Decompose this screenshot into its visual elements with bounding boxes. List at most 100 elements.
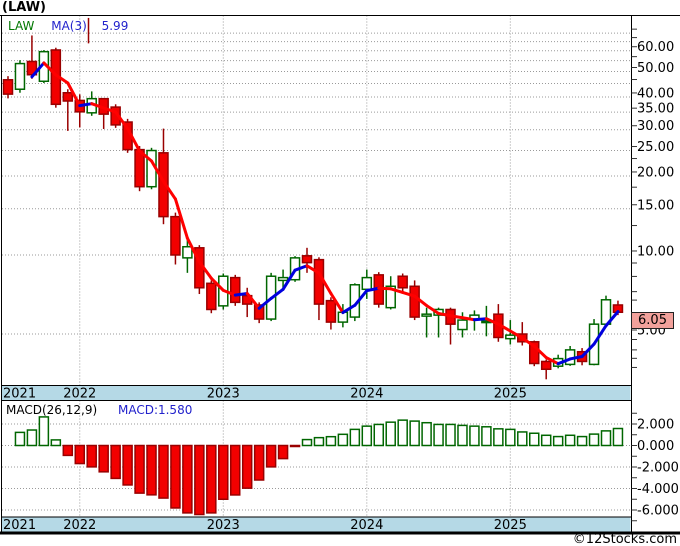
macd-histogram-bar (218, 444, 229, 500)
macd-histogram-bar (158, 444, 169, 499)
macd-histogram-bar (86, 444, 97, 468)
price-axis-label: 15.00 (637, 198, 674, 213)
candle-body (229, 276, 241, 304)
ma-label: MA(3) (51, 19, 87, 33)
candlestick (62, 89, 74, 131)
candlestick (325, 297, 337, 330)
price-axis-label: 20.00 (637, 165, 674, 180)
candle-body (301, 255, 313, 264)
macd-histogram-bar (110, 444, 121, 480)
macd-histogram-bar (612, 427, 624, 447)
macd-histogram-bar (576, 435, 588, 447)
candlestick (445, 307, 456, 345)
macd-histogram-bar (481, 426, 492, 447)
macd-histogram-bar (206, 444, 217, 514)
macd-histogram-bar (182, 444, 193, 514)
macd-histogram-bar (265, 444, 277, 468)
macd-histogram-bar (505, 428, 516, 447)
candle-body (540, 360, 552, 371)
year-label: 2023 (207, 518, 240, 533)
year-label: 2025 (494, 518, 527, 533)
macd-histogram-bar (433, 423, 444, 447)
candlestick (564, 346, 576, 366)
candle-body (62, 91, 74, 102)
candle-body (277, 276, 289, 282)
year-label: 2025 (494, 387, 527, 402)
candlestick (229, 274, 241, 306)
macd-axis-label: -4.000 (637, 482, 679, 497)
ma-line-segment (377, 286, 393, 291)
candle-body (457, 319, 468, 331)
year-label: 2022 (63, 387, 96, 402)
macd-axis-label: 0.000 (637, 439, 674, 454)
macd-histogram-bar (74, 444, 86, 465)
macd-histogram-bar (229, 444, 241, 496)
macd-histogram-bar (194, 444, 205, 516)
macd-histogram-bar (277, 444, 289, 460)
year-label: 2022 (63, 518, 96, 533)
macd-params-label: MACD(26,12,9) (6, 403, 98, 417)
candlestick (98, 97, 109, 129)
candlestick (170, 212, 181, 265)
price-axis-label: 30.00 (637, 119, 674, 134)
macd-histogram-bar (564, 434, 576, 447)
candle-body (325, 299, 337, 323)
candle-body (361, 276, 373, 291)
candle-body (421, 313, 432, 317)
macd-histogram-bar (397, 419, 408, 447)
candlestick (2, 76, 14, 99)
macd-histogram-bar (98, 444, 109, 473)
watermark-credit: ©12Stocks.com (572, 532, 677, 546)
price-axis-label: 25.00 (637, 140, 674, 155)
stock-chart: 2021 2021 2022 2022 2023 2023 2024 2024 2025 2025… (0, 0, 680, 546)
ma-line-segment (460, 316, 476, 322)
macd-histogram-bar (457, 424, 468, 447)
macd-histogram-bar (445, 423, 456, 447)
ma-line-segment (233, 291, 249, 297)
candlestick (14, 60, 26, 93)
price-axis-label: 10.00 (637, 244, 674, 259)
macd-histogram-bar (325, 435, 337, 447)
candle-body (14, 62, 26, 90)
macd-histogram-bar (361, 425, 373, 447)
macd-histogram-bar (146, 444, 157, 496)
macd-histogram-bar (170, 444, 181, 509)
candle-body (170, 215, 181, 256)
year-label: 2024 (350, 518, 383, 533)
macd-histogram-bar (50, 439, 62, 447)
macd-histogram-bar (493, 428, 504, 447)
macd-histogram-bar (62, 444, 74, 457)
year-label: 2021 (3, 387, 36, 402)
macd-histogram-bar (528, 432, 540, 447)
macd-legend: MACD(26,12,9) MACD:1.580 (6, 403, 192, 417)
candle-body (409, 285, 420, 318)
candlestick (313, 257, 325, 321)
ticker-label: LAW (8, 19, 35, 33)
candle-body (182, 245, 193, 259)
macd-histogram-bar (588, 433, 600, 447)
macd-histogram-bar (253, 444, 265, 481)
ma-line-segment (472, 317, 488, 322)
macd-histogram-bar (469, 425, 480, 447)
macd-histogram-bar (517, 431, 528, 447)
ma-line-segment (78, 102, 94, 108)
year-label: 2023 (207, 387, 240, 402)
macd-histogram-bar (373, 423, 385, 447)
candle-body (397, 275, 408, 289)
macd-histogram-bar (337, 433, 349, 447)
chart-canvas: 2021 2021 2022 2022 2023 2023 2024 2024 2025 2025… (0, 15, 680, 535)
macd-histogram-bar (385, 421, 396, 447)
candlestick (385, 276, 396, 310)
macd-axis-label: -2.000 (637, 461, 679, 476)
macd-axis-label: 2.000 (637, 418, 674, 433)
macd-histogram-bar (349, 428, 361, 447)
macd-histogram-bar (313, 436, 325, 447)
macd-histogram-bar (301, 438, 313, 447)
macd-histogram-bar (421, 421, 432, 447)
macd-histogram-bar (38, 416, 50, 447)
macd-value: MACD:1.580 (117, 403, 193, 417)
price-axis-label: 50.00 (637, 61, 674, 76)
candlestick (540, 359, 552, 380)
macd-histogram-bar (409, 420, 420, 447)
price-axis-label: 35.00 (637, 102, 674, 117)
